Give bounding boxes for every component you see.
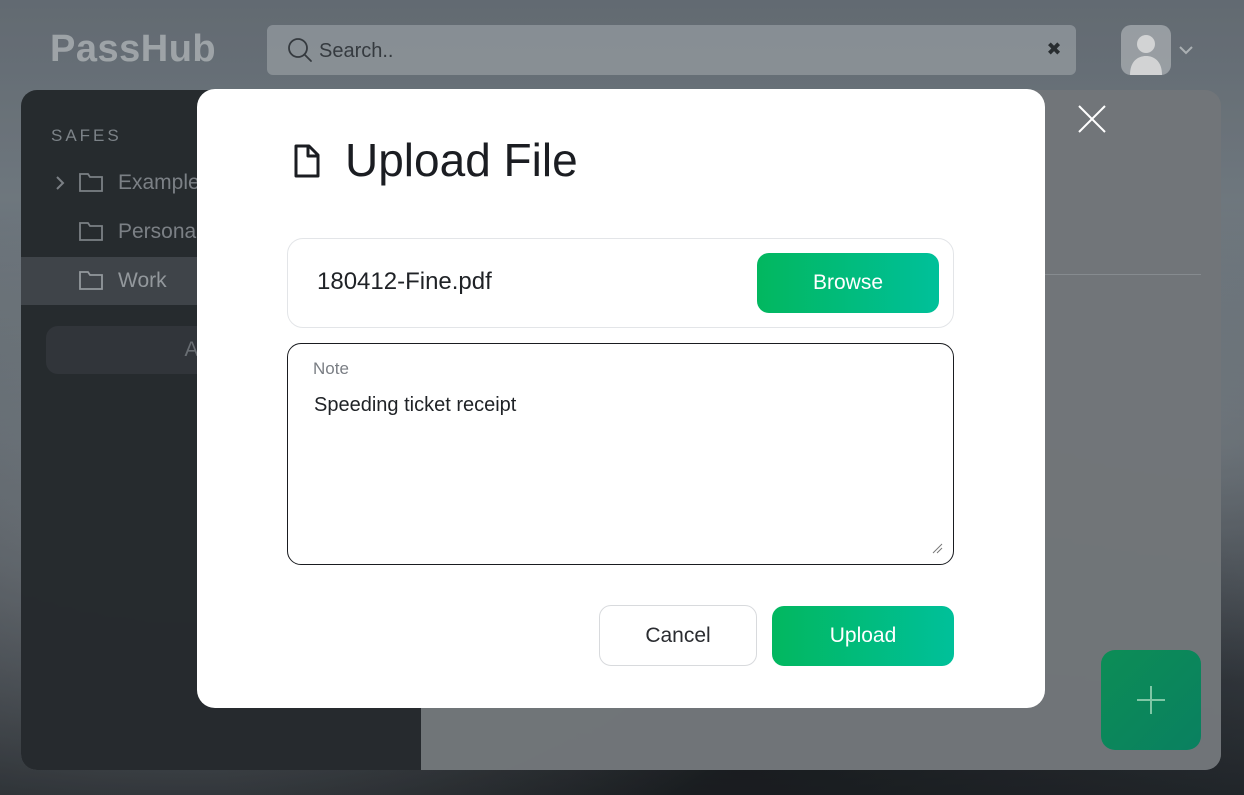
modal-title: Upload File	[345, 134, 578, 186]
resize-handle-icon[interactable]	[931, 542, 943, 554]
plus-icon	[1137, 686, 1165, 714]
file-selector: 180412-Fine.pdf Browse	[287, 238, 954, 328]
file-icon	[294, 144, 320, 178]
browse-button[interactable]: Browse	[757, 253, 939, 313]
note-textarea[interactable]: Speeding ticket receipt	[314, 394, 914, 534]
close-icon[interactable]	[1076, 103, 1108, 135]
upload-file-modal: Upload File 180412-Fine.pdf Browse Note …	[197, 89, 1045, 708]
note-label: Note	[313, 359, 349, 378]
add-item-button[interactable]	[1101, 650, 1201, 750]
upload-button[interactable]: Upload	[772, 606, 954, 666]
selected-file-name: 180412-Fine.pdf	[317, 268, 492, 295]
cancel-button[interactable]: Cancel	[599, 605, 757, 666]
note-field[interactable]: Note Speeding ticket receipt	[287, 343, 954, 565]
